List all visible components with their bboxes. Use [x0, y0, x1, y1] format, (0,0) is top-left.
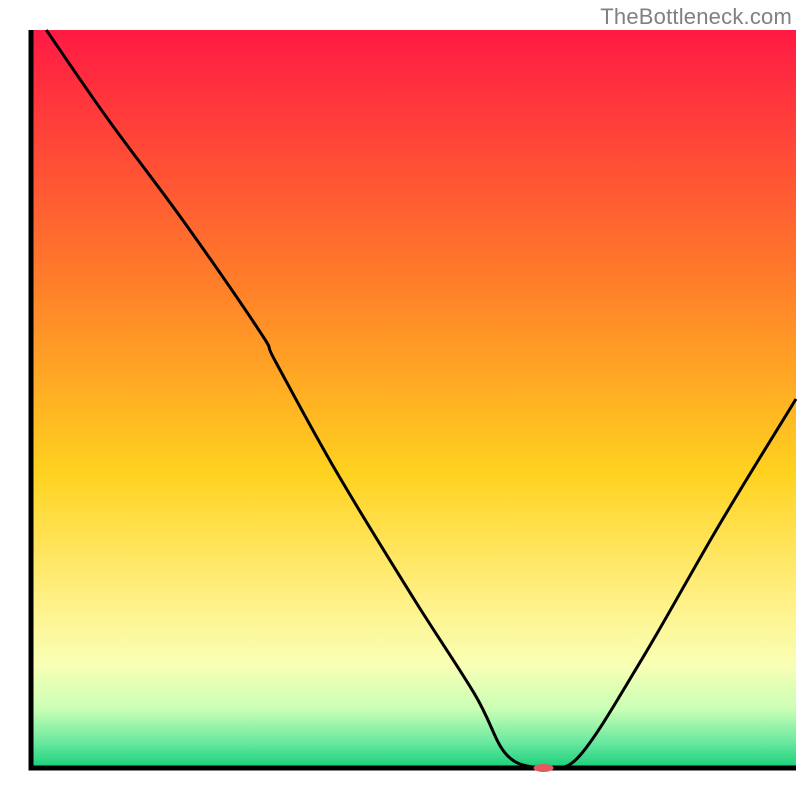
chart-svg — [0, 0, 800, 800]
optimum-marker — [534, 764, 554, 772]
attribution-label: TheBottleneck.com — [600, 4, 792, 30]
bottleneck-chart: TheBottleneck.com — [0, 0, 800, 800]
gradient-background — [31, 30, 796, 768]
